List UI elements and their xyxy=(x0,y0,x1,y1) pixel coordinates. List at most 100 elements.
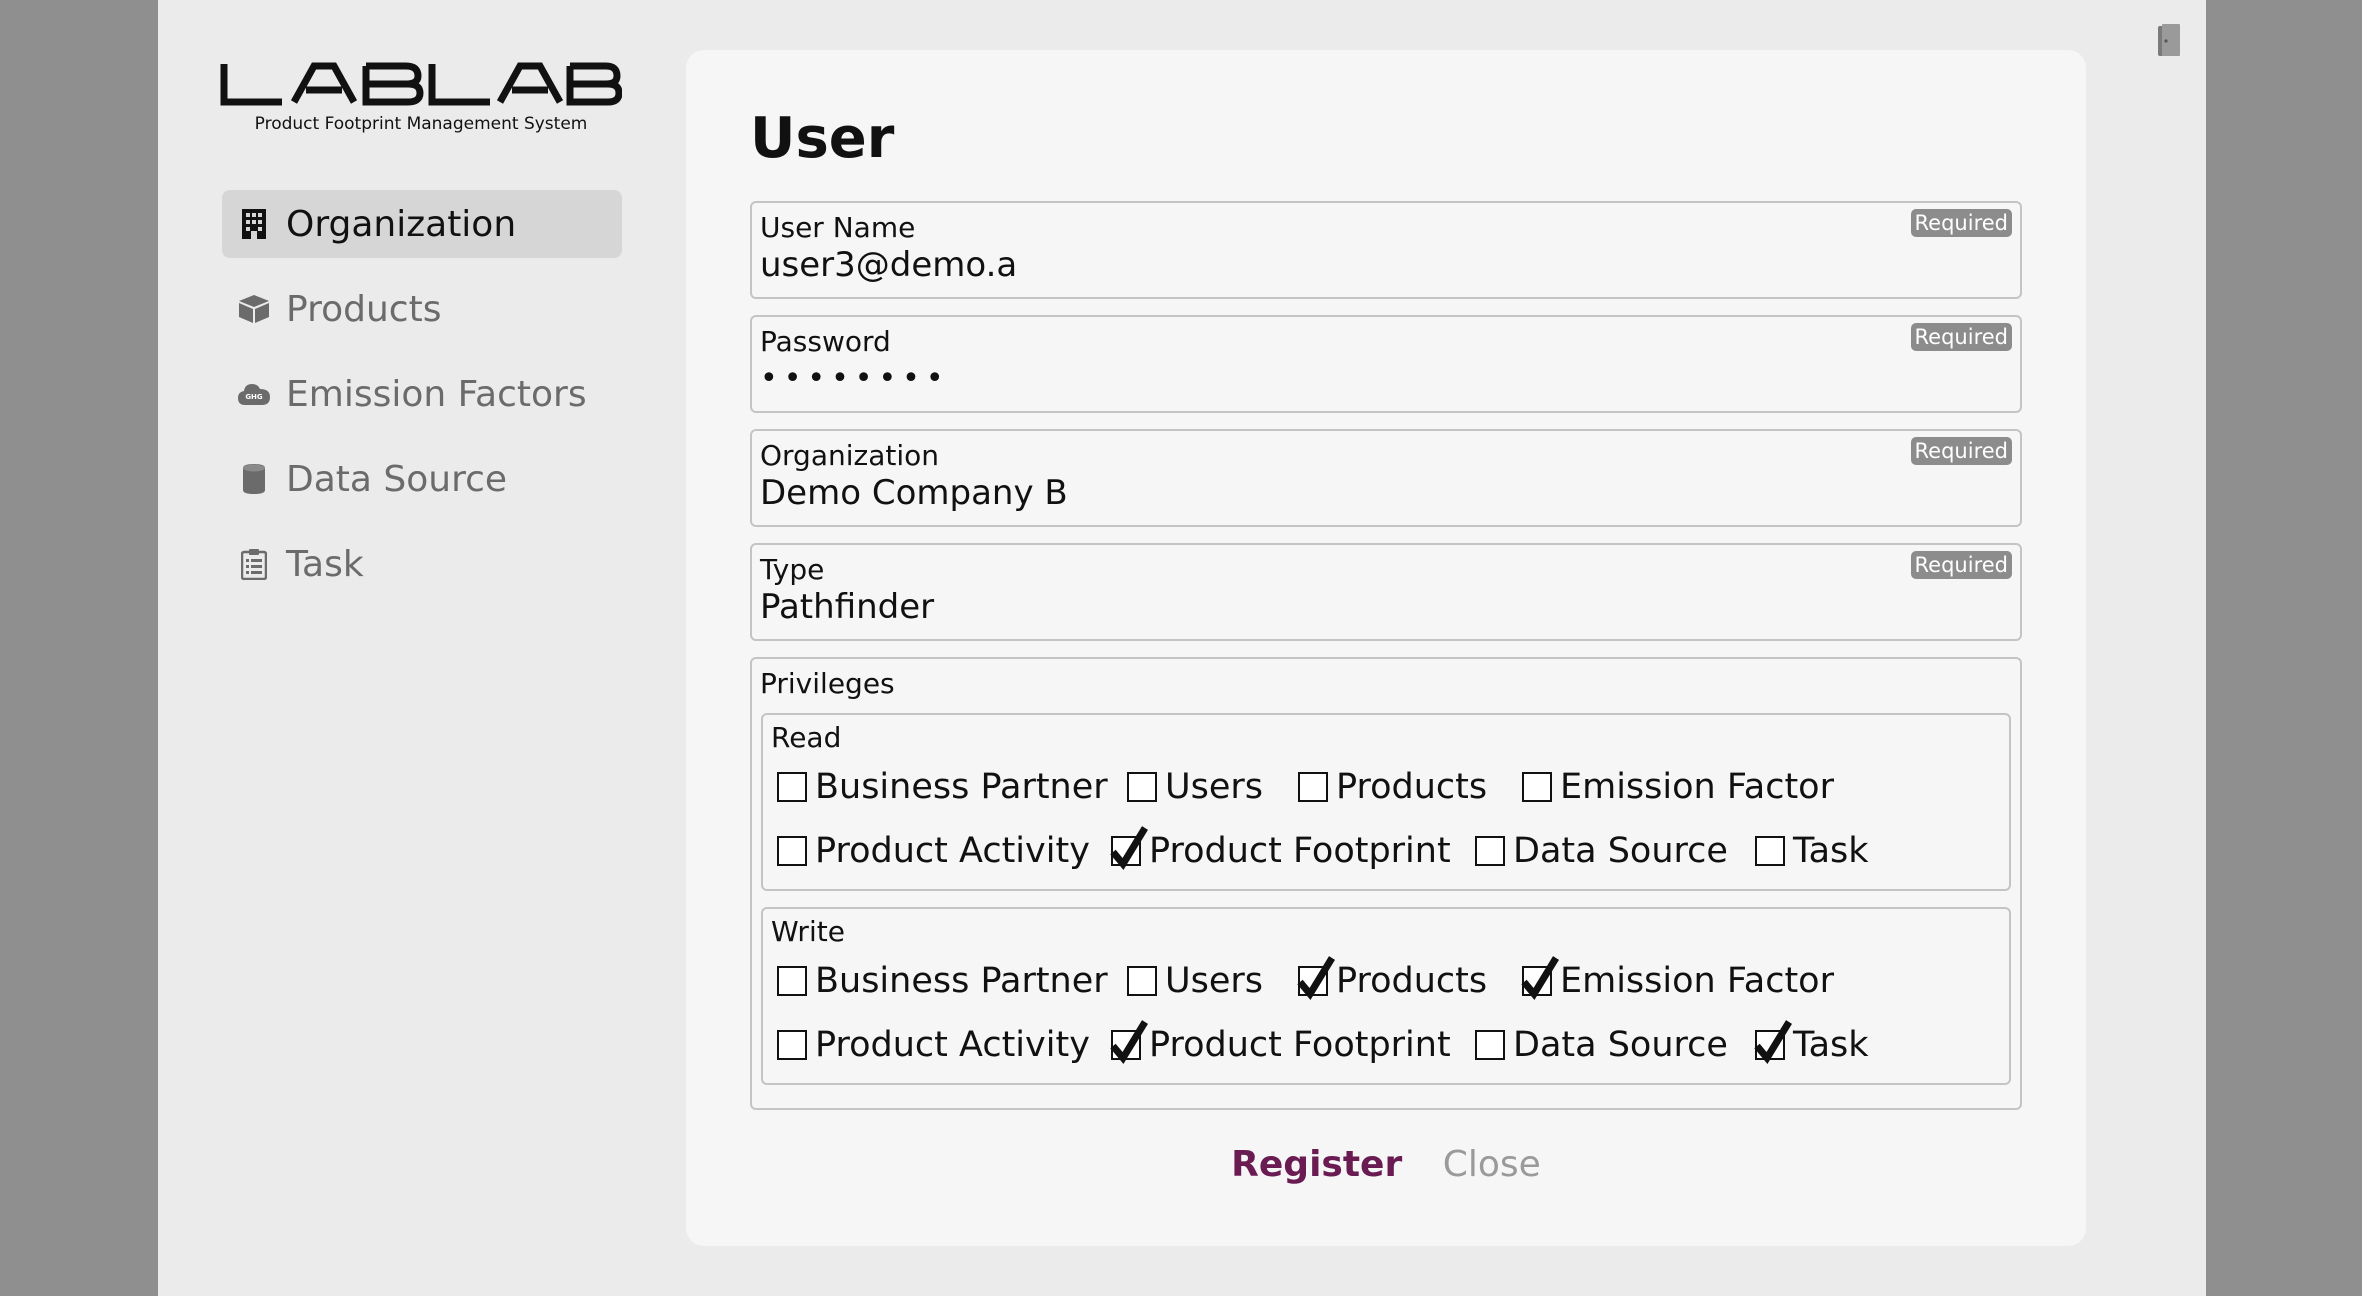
checkbox-box[interactable] xyxy=(1110,1020,1148,1064)
lablab-logo-mark xyxy=(220,62,622,106)
write-product-activity-checkbox[interactable]: Product Activity xyxy=(777,1025,1090,1065)
organization-select[interactable]: Demo Company B xyxy=(760,473,1860,513)
checkbox-box[interactable] xyxy=(777,772,807,802)
read-data-source-checkbox[interactable]: Data Source xyxy=(1475,831,1728,871)
sidebar-item-organization[interactable]: Organization xyxy=(222,190,622,258)
form-actions: Register Close xyxy=(686,1144,2086,1185)
sidebar-item-label: Data Source xyxy=(286,458,508,500)
checkbox-label: Products xyxy=(1336,961,1488,1001)
privileges-label: Privileges xyxy=(760,667,895,700)
sidebar-item-label: Products xyxy=(286,288,442,330)
checkbox-box[interactable] xyxy=(1298,772,1328,802)
password-label: Password xyxy=(760,325,891,358)
organization-field[interactable]: Organization Required Demo Company B xyxy=(750,429,2022,527)
type-field[interactable]: Type Required Pathfinder xyxy=(750,543,2022,641)
required-badge: Required xyxy=(1910,437,2012,465)
read-product-footprint-checkbox[interactable]: Product Footprint xyxy=(1110,826,1451,871)
sidebar-item-data-source[interactable]: Data Source xyxy=(222,445,622,513)
register-button[interactable]: Register xyxy=(1231,1144,1402,1185)
checkbox-box[interactable] xyxy=(1297,956,1335,1000)
read-products-checkbox[interactable]: Products xyxy=(1298,767,1487,807)
type-select[interactable]: Pathfinder xyxy=(760,587,1860,627)
checkbox-box[interactable] xyxy=(1755,836,1785,866)
checkbox-box[interactable] xyxy=(1127,772,1157,802)
checkmark-icon xyxy=(1297,956,1335,1000)
password-input[interactable]: •••••••• xyxy=(760,361,1860,396)
database-icon xyxy=(236,461,272,497)
checkmark-icon xyxy=(1110,826,1148,870)
checkbox-box[interactable] xyxy=(1475,1030,1505,1060)
logo: Product Footprint Management System xyxy=(220,62,622,134)
write-data-source-checkbox[interactable]: Data Source xyxy=(1475,1025,1728,1065)
read-business-partner-checkbox[interactable]: Business Partner xyxy=(777,767,1108,807)
user-name-input[interactable]: user3@demo.a xyxy=(760,245,1860,285)
door-icon[interactable] xyxy=(2154,22,2186,60)
privileges-section: Privileges Read Business Partner Users P… xyxy=(750,657,2022,1110)
sidebar-item-emission-factors[interactable]: GHG Emission Factors xyxy=(222,360,622,428)
write-emission-factor-checkbox[interactable]: Emission Factor xyxy=(1521,956,1834,1001)
read-row-2: Product Activity Product Footprint Data … xyxy=(777,826,1997,871)
checkbox-label: Task xyxy=(1793,831,1869,871)
checkbox-label: Business Partner xyxy=(815,961,1108,1001)
checkbox-box[interactable] xyxy=(1127,966,1157,996)
type-label: Type xyxy=(760,553,825,586)
read-product-activity-checkbox[interactable]: Product Activity xyxy=(777,831,1090,871)
sidebar-item-products[interactable]: Products xyxy=(222,275,622,343)
write-business-partner-checkbox[interactable]: Business Partner xyxy=(777,961,1108,1001)
checkmark-icon xyxy=(1521,956,1559,1000)
checkbox-label: Product Activity xyxy=(815,1025,1090,1065)
checkbox-label: Users xyxy=(1165,961,1264,1001)
write-product-footprint-checkbox[interactable]: Product Footprint xyxy=(1110,1020,1451,1065)
required-badge: Required xyxy=(1910,323,2012,351)
user-name-label: User Name xyxy=(760,211,916,244)
checkbox-box[interactable] xyxy=(1521,956,1559,1000)
organization-label: Organization xyxy=(760,439,940,472)
write-row-1: Business Partner Users Products Emission… xyxy=(777,956,1997,1001)
checkbox-label: Task xyxy=(1793,1025,1869,1065)
write-label: Write xyxy=(771,915,845,948)
write-row-2: Product Activity Product Footprint Data … xyxy=(777,1020,1997,1065)
write-task-checkbox[interactable]: Task xyxy=(1754,1020,1869,1065)
checkbox-box[interactable] xyxy=(777,836,807,866)
page-title: User xyxy=(750,106,895,171)
close-button[interactable]: Close xyxy=(1443,1144,1541,1185)
app-subtitle: Product Footprint Management System xyxy=(254,114,588,134)
read-users-checkbox[interactable]: Users xyxy=(1127,767,1263,807)
box-icon xyxy=(236,291,272,327)
checkbox-label: Product Footprint xyxy=(1149,1025,1451,1065)
password-field[interactable]: Password Required •••••••• xyxy=(750,315,2022,413)
required-badge: Required xyxy=(1910,209,2012,237)
app-window: Product Footprint Management System Orga… xyxy=(158,0,2206,1296)
read-emission-factor-checkbox[interactable]: Emission Factor xyxy=(1522,767,1834,807)
checkbox-label: Data Source xyxy=(1513,1025,1728,1065)
read-label: Read xyxy=(771,721,842,754)
checkbox-label: Users xyxy=(1165,767,1264,807)
sidebar-item-task[interactable]: Task xyxy=(222,530,622,598)
checkbox-label: Product Activity xyxy=(815,831,1090,871)
sidebar-item-label: Task xyxy=(286,543,364,585)
checkbox-label: Data Source xyxy=(1513,831,1728,871)
write-users-checkbox[interactable]: Users xyxy=(1127,961,1263,1001)
ghg-cloud-icon: GHG xyxy=(236,376,272,412)
building-icon xyxy=(236,206,272,242)
read-row-1: Business Partner Users Products Emission… xyxy=(777,767,1997,807)
write-products-checkbox[interactable]: Products xyxy=(1297,956,1488,1001)
checkbox-box[interactable] xyxy=(1754,1020,1792,1064)
checkbox-box[interactable] xyxy=(777,966,807,996)
user-name-field[interactable]: User Name Required user3@demo.a xyxy=(750,201,2022,299)
sidebar-item-label: Emission Factors xyxy=(286,373,587,415)
checkbox-box[interactable] xyxy=(777,1030,807,1060)
read-task-checkbox[interactable]: Task xyxy=(1755,831,1869,871)
clipboard-icon xyxy=(236,546,272,582)
checkbox-label: Emission Factor xyxy=(1560,767,1834,807)
checkbox-label: Business Partner xyxy=(815,767,1108,807)
checkbox-box[interactable] xyxy=(1475,836,1505,866)
checkbox-label: Emission Factor xyxy=(1560,961,1834,1001)
checkbox-box[interactable] xyxy=(1110,826,1148,870)
checkbox-box[interactable] xyxy=(1522,772,1552,802)
checkbox-label: Product Footprint xyxy=(1149,831,1451,871)
read-privileges-group: Read Business Partner Users Products Emi… xyxy=(761,713,2011,891)
checkmark-icon xyxy=(1110,1020,1148,1064)
svg-text:GHG: GHG xyxy=(245,393,263,401)
checkmark-icon xyxy=(1754,1020,1792,1064)
